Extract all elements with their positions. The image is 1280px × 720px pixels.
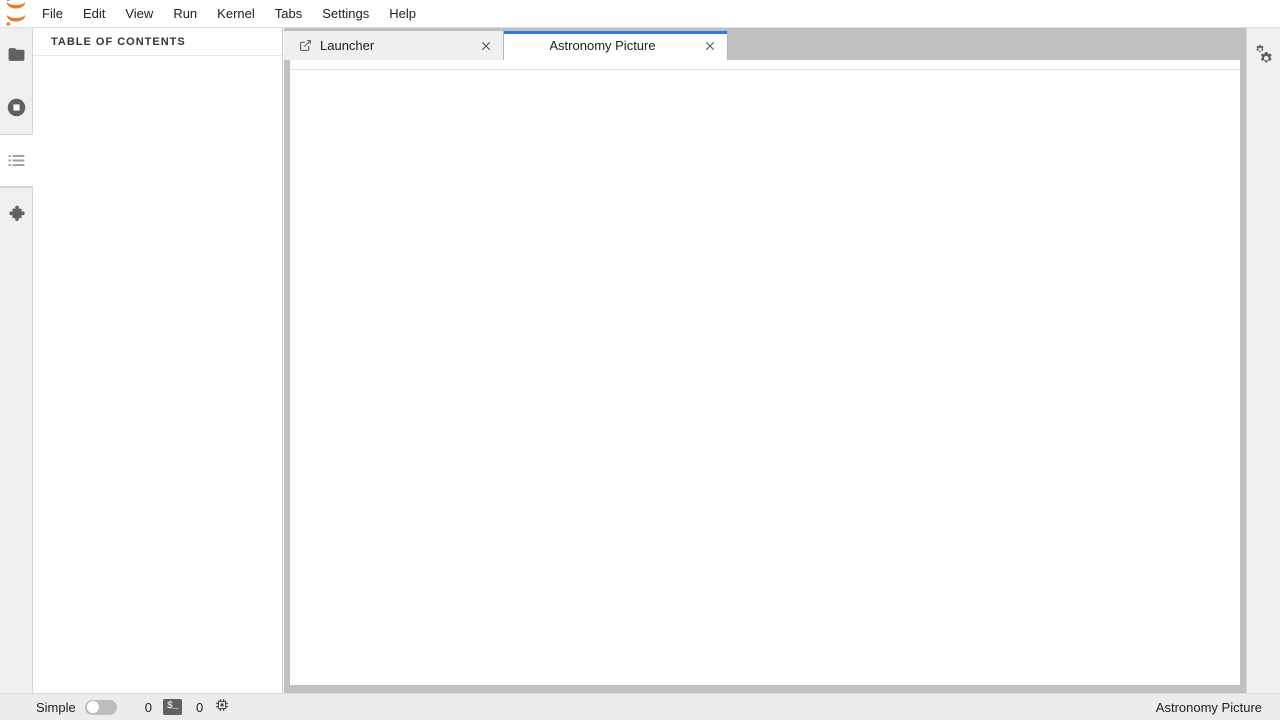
status-bar: Simple 0 $_ 0 Astronomy Picture [0, 693, 1280, 720]
sidebar-item-file-browser[interactable] [0, 28, 32, 81]
terminal-icon: $_ [162, 699, 182, 715]
terminal-count: 0 [144, 699, 152, 715]
document-toolbar [290, 60, 1240, 70]
table-of-contents-icon [7, 151, 26, 170]
menu-edit[interactable]: Edit [73, 0, 115, 28]
kernel-count: 0 [195, 699, 204, 715]
kernel-cpu-icon [214, 697, 230, 718]
toc-panel-header: TABLE OF CONTENTS [33, 28, 282, 56]
menu-bar: File Edit View Run Kernel Tabs Settings … [0, 0, 1280, 28]
tab-astronomy-picture[interactable]: Astronomy Picture [504, 31, 728, 60]
sidebar-item-property-inspector[interactable] [1247, 28, 1280, 81]
running-terminals-kernels-icon [6, 97, 27, 118]
close-icon[interactable] [473, 31, 499, 60]
close-icon[interactable] [697, 31, 723, 60]
jupyter-logo-icon [0, 0, 32, 28]
jupyterlab-window: File Edit View Run Kernel Tabs Settings … [0, 0, 1280, 720]
toggle-knob [86, 701, 99, 713]
document-body[interactable] [290, 70, 1240, 684]
left-sidebar [0, 28, 33, 693]
table-of-contents-panel: TABLE OF CONTENTS [33, 28, 283, 693]
status-bar-left: Simple 0 $_ 0 [0, 694, 236, 720]
simple-interface-toggle-group[interactable]: Simple [30, 694, 123, 720]
status-bar-right: Astronomy Picture [1156, 700, 1280, 715]
toc-panel-title: TABLE OF CONTENTS [51, 35, 186, 48]
folder-icon [7, 45, 26, 64]
sidebar-item-running[interactable] [0, 81, 32, 134]
active-document-name: Astronomy Picture [1155, 699, 1262, 715]
terminal-status-item[interactable]: 0 $_ [137, 694, 188, 720]
menu-items: File Edit View Run Kernel Tabs Settings … [32, 0, 426, 28]
menu-tabs[interactable]: Tabs [265, 0, 312, 28]
extension-puzzle-icon [6, 204, 26, 224]
sidebar-item-extension-manager[interactable] [0, 187, 32, 240]
menu-view[interactable]: View [115, 0, 163, 28]
menu-file[interactable]: File [32, 0, 73, 28]
tab-astronomy-picture-label: Astronomy Picture [549, 38, 656, 53]
property-inspector-gears-icon [1253, 42, 1274, 68]
right-sidebar [1246, 28, 1280, 693]
tab-launcher[interactable]: Launcher [284, 31, 504, 60]
launcher-icon [298, 39, 312, 53]
menu-run[interactable]: Run [163, 0, 207, 28]
menu-kernel[interactable]: Kernel [207, 0, 265, 28]
menu-settings[interactable]: Settings [312, 0, 379, 28]
kernel-status-item[interactable]: 0 [188, 694, 236, 720]
tab-launcher-label: Launcher [320, 38, 375, 53]
main-dock-area: Launcher Astronomy Picture [284, 28, 1246, 693]
menu-help[interactable]: Help [379, 0, 426, 28]
tab-bar: Launcher Astronomy Picture [284, 31, 1246, 60]
toc-panel-body [33, 56, 282, 692]
sidebar-item-table-of-contents[interactable] [0, 134, 33, 187]
simple-mode-label: Simple [36, 699, 76, 715]
document-panel [290, 60, 1240, 685]
document-frame [284, 60, 1246, 693]
simple-mode-toggle[interactable] [84, 699, 117, 715]
